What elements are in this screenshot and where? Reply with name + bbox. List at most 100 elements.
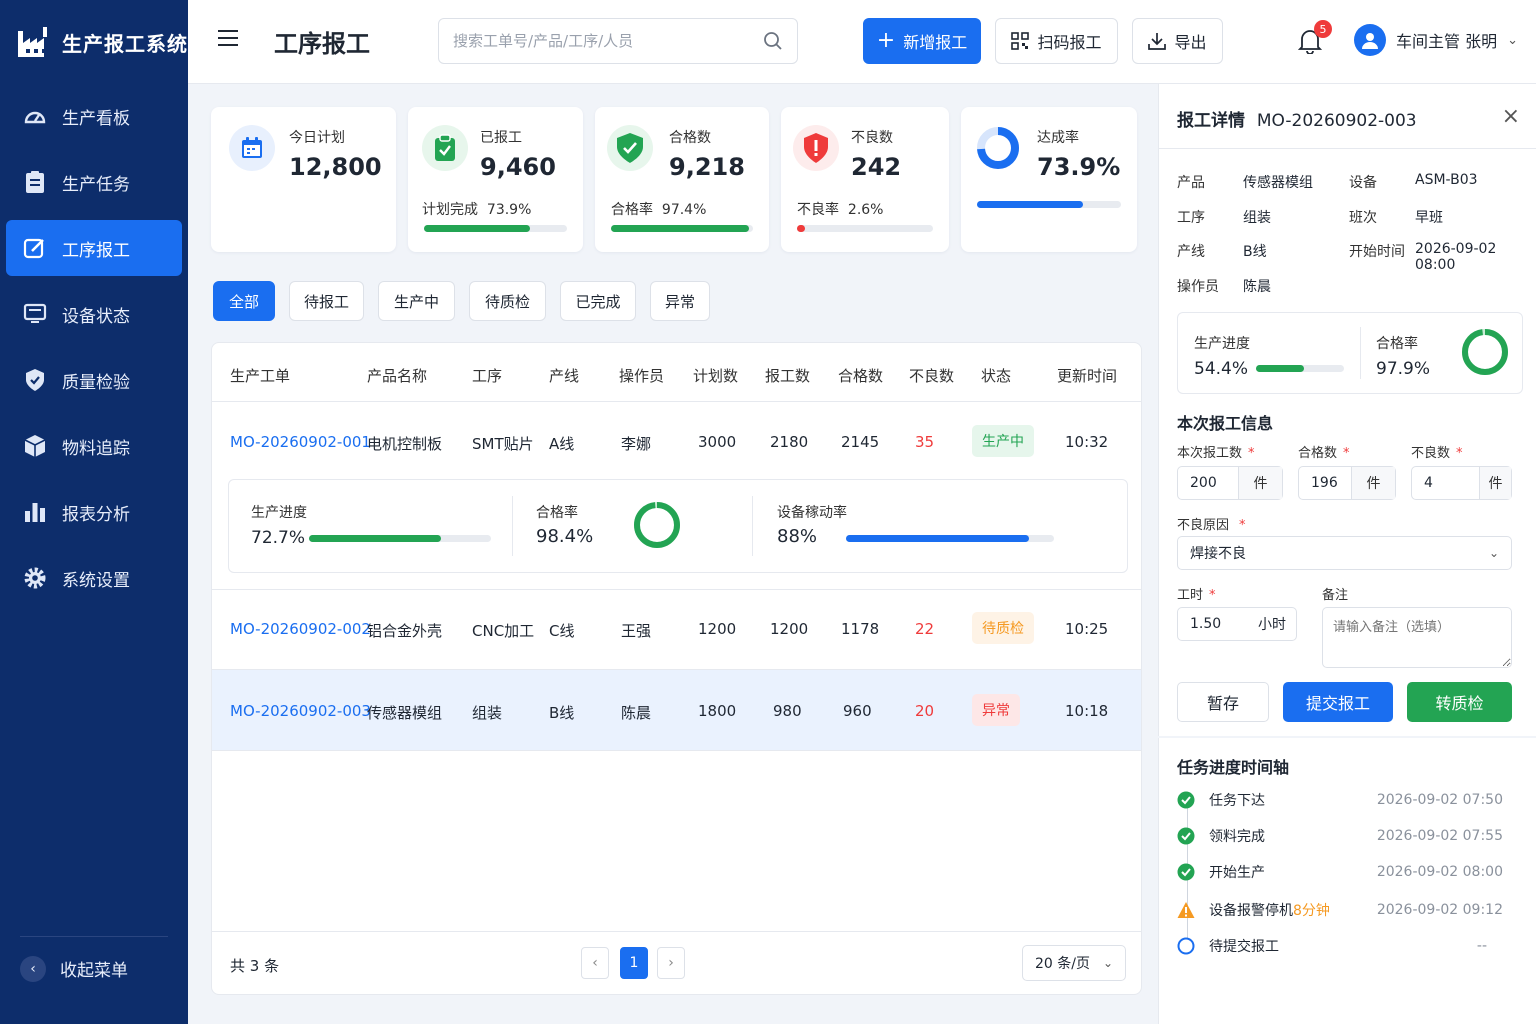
new-report-button[interactable]: + 新增报工: [863, 18, 981, 64]
divider: [512, 496, 513, 556]
col-header: 工序: [472, 367, 503, 385]
export-button[interactable]: 导出: [1132, 18, 1223, 64]
progress-track: [424, 225, 567, 232]
stat-value: 73.9%: [1037, 153, 1121, 181]
page-title: 工序报工: [274, 30, 370, 58]
shield-check-icon: [607, 125, 653, 171]
timeline-item: 任务下达 2026-09-02 07:50: [1177, 788, 1517, 812]
cell-time: 10:32: [1065, 433, 1109, 451]
dashboard-icon: [22, 103, 48, 129]
notification-bell-icon[interactable]: 5: [1297, 20, 1332, 55]
col-header: 报工数: [765, 367, 811, 385]
clipboard-check-icon: [422, 125, 468, 171]
sidebar-item-label: 设备状态: [62, 306, 130, 327]
filter-in-production[interactable]: 生产中: [378, 281, 455, 321]
field-value: 陈晨: [1243, 279, 1271, 295]
cell-defect: 35: [915, 433, 935, 451]
check-circle-icon: [1177, 827, 1195, 845]
remark-label: 备注: [1322, 588, 1349, 603]
qty-label: 本次报工数 *: [1177, 446, 1255, 461]
filter-completed[interactable]: 已完成: [560, 281, 636, 321]
collapse-menu-label: 收起菜单: [60, 961, 128, 981]
hours-input[interactable]: 1.50 小时: [1177, 607, 1297, 641]
filter-all[interactable]: 全部: [213, 281, 275, 321]
sidebar-item-equipment[interactable]: 设备状态: [6, 286, 182, 342]
ng-input[interactable]: 4件: [1411, 466, 1512, 500]
col-header: 产品名称: [367, 367, 428, 385]
sidebar-item-quality[interactable]: 质量检验: [6, 352, 182, 408]
brand: 生产报工系统: [0, 0, 188, 84]
progress-track: [309, 535, 491, 542]
expand-progress-label: 生产进度: [251, 505, 307, 521]
cell-defect: 22: [915, 620, 935, 638]
chevron-down-icon: ⌄: [1102, 956, 1113, 970]
form-section-title: 本次报工信息: [1177, 414, 1274, 433]
order-table: 生产工单 产品名称 工序 产线 操作员 计划数 报工数 合格数 不良数 状态 更…: [211, 342, 1142, 995]
qty-input[interactable]: 200 件: [1177, 466, 1283, 500]
sidebar-item-tasks[interactable]: 生产任务: [6, 154, 182, 210]
next-page-button[interactable]: ›: [657, 947, 685, 979]
submit-report-button[interactable]: 提交报工: [1283, 682, 1393, 722]
stat-label: 不良数: [851, 130, 893, 146]
filter-abnormal[interactable]: 异常: [650, 281, 710, 321]
table-row[interactable]: MO-20260902-001 电机控制板 SMT贴片 A线 李娜 3000 2…: [212, 403, 1141, 483]
order-link[interactable]: MO-20260902-003: [230, 702, 371, 720]
transfer-qc-button[interactable]: 转质检: [1407, 682, 1512, 722]
reason-label: 不良原因 *: [1177, 518, 1246, 533]
cell-reported: 980: [773, 702, 802, 720]
divider: [212, 401, 1141, 402]
field-label: 产品: [1177, 175, 1205, 191]
user-menu[interactable]: 车间主管 张明 ⌄: [1354, 24, 1518, 56]
sidebar-item-material[interactable]: 物料追踪: [6, 418, 182, 474]
search-icon[interactable]: [763, 31, 783, 51]
filter-pending-report[interactable]: 待报工: [289, 281, 364, 321]
sidebar-item-reports[interactable]: 报表分析: [6, 484, 182, 540]
table-row[interactable]: MO-20260902-002 铝合金外壳 CNC加工 C线 王强 1200 1…: [212, 590, 1141, 670]
page-size-select[interactable]: 20 条/页 ⌄: [1022, 945, 1126, 981]
progress-track: [611, 225, 753, 232]
ok-input[interactable]: 196 件: [1298, 466, 1396, 500]
expand-pass-value: 98.4%: [536, 526, 594, 547]
cell-qualified: 1178: [841, 620, 880, 638]
sidebar-item-label: 生产看板: [62, 108, 130, 129]
cell-qualified: 960: [843, 702, 872, 720]
sidebar-item-settings[interactable]: 系统设置: [6, 550, 182, 606]
scan-report-button[interactable]: 扫码报工: [995, 18, 1118, 64]
search-input[interactable]: [453, 32, 763, 50]
timeline-title: 任务进度时间轴: [1177, 758, 1290, 777]
sidebar-item-label: 工序报工: [62, 240, 130, 261]
pass-value: 97.9%: [1376, 359, 1431, 379]
alert-shield-icon: [793, 125, 839, 171]
close-icon[interactable]: ×: [1502, 106, 1520, 128]
stat-value: 9,460: [480, 153, 556, 181]
page-number-button[interactable]: 1: [620, 947, 648, 979]
progress-fill: [977, 201, 1084, 208]
reason-select[interactable]: 焊接不良 ⌄: [1177, 536, 1512, 570]
menu-toggle-icon[interactable]: [218, 30, 238, 48]
cell-operator: 陈晨: [621, 704, 652, 722]
collapse-menu-button[interactable]: ‹ 收起菜单: [20, 936, 168, 992]
sidebar-item-dashboard[interactable]: 生产看板: [6, 88, 182, 144]
table-row[interactable]: MO-20260902-003 传感器模组 组装 B线 陈晨 1800 980 …: [212, 670, 1141, 750]
shield-icon: [22, 367, 48, 393]
cell-product: 传感器模组: [367, 704, 443, 722]
progress-fill: [424, 225, 530, 232]
cell-line: A线: [549, 435, 575, 453]
order-link[interactable]: MO-20260902-002: [230, 620, 371, 638]
stat-value: 9,218: [669, 153, 745, 181]
remark-textarea[interactable]: [1322, 607, 1512, 668]
order-link[interactable]: MO-20260902-001: [230, 433, 371, 451]
sidebar-item-process-report[interactable]: 工序报工: [6, 220, 182, 276]
stat-value: 12,800: [289, 153, 382, 181]
cell-operator: 李娜: [621, 435, 652, 453]
top-header: 工序报工 + 新增报工 扫码报工 导出 5 车间主管 张明 ⌄: [188, 0, 1536, 84]
timeline-item: 待提交报工 --: [1177, 934, 1517, 958]
filter-pending-qc[interactable]: 待质检: [469, 281, 546, 321]
field-value: B线: [1243, 244, 1267, 260]
save-draft-button[interactable]: 暂存: [1177, 682, 1269, 722]
field-value: 早班: [1415, 210, 1443, 226]
stat-label: 达成率: [1037, 130, 1079, 146]
ng-label: 不良数 *: [1411, 446, 1463, 461]
prev-page-button[interactable]: ‹: [581, 947, 609, 979]
check-circle-icon: [1177, 863, 1195, 881]
